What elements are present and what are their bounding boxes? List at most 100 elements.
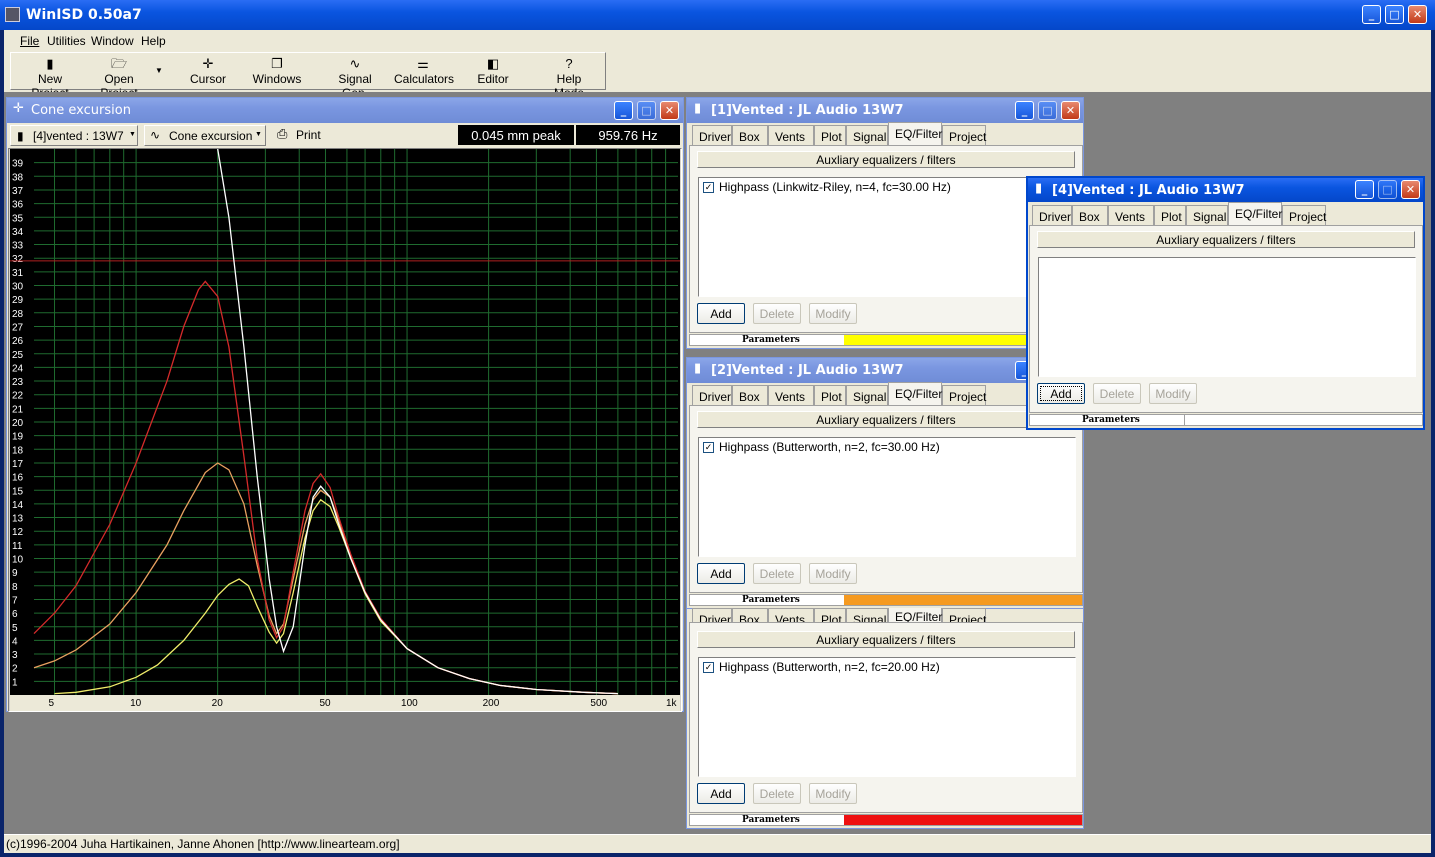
window-4-modify-button[interactable]: Modify [1149, 383, 1197, 404]
y-tick-label: 3 [12, 650, 18, 661]
tab-box[interactable]: Box [1072, 205, 1108, 225]
project-icon: ▮ [1035, 181, 1043, 196]
color-swatch [1184, 415, 1422, 425]
menu-window[interactable]: Window [91, 34, 134, 48]
graph-window-title: Cone excursion [31, 103, 131, 118]
parameters-label: Parameters [742, 335, 800, 345]
tab-signal[interactable]: Signal [846, 125, 888, 145]
window-1-close-icon[interactable]: ✕ [1061, 101, 1080, 120]
window-1-parameters-bar: Parameters [689, 334, 1083, 346]
checkbox-checked-icon[interactable]: ✓ [703, 441, 714, 453]
plot-type-select[interactable]: ∿ Cone excursion ▼ [144, 125, 266, 146]
window-1-minimize-icon[interactable]: _ [1015, 101, 1034, 120]
y-tick-label: 6 [12, 609, 18, 620]
tab-eq-filter[interactable]: EQ/Filter [888, 382, 942, 405]
tab-plot[interactable]: Plot [814, 385, 846, 405]
tab-driver[interactable]: Driver [1032, 205, 1072, 225]
editor-icon: ◧ [486, 56, 500, 71]
menu-file[interactable]: File [20, 34, 39, 48]
tab-driver[interactable]: Driver [692, 385, 732, 405]
window-1-titlebar[interactable]: ▮ [1]Vented : JL Audio 13W7 _ □ ✕ [687, 98, 1083, 123]
project-select[interactable]: ▮ [4]vented : 13W7 ▼ [10, 125, 138, 146]
window-2-titlebar[interactable]: ▮ [2]Vented : JL Audio 13W7 _ [687, 358, 1083, 383]
chevron-down-icon: ▼ [255, 131, 262, 138]
y-tick-label: 27 [12, 322, 24, 333]
window-2-add-button[interactable]: Add [697, 563, 745, 584]
y-tick-label: 39 [12, 159, 24, 170]
tab-driver[interactable]: Driver [692, 125, 732, 145]
calculators-button[interactable]: ⚌ Calculators [394, 56, 454, 86]
y-tick-label: 32 [12, 254, 24, 265]
window-4-close-icon[interactable]: ✕ [1401, 180, 1420, 199]
tab-eq-filter[interactable]: EQ/Filter [888, 608, 942, 622]
tab-box[interactable]: Box [732, 608, 768, 622]
window-1-modify-button[interactable]: Modify [809, 303, 857, 324]
window-1-filter-list[interactable]: ✓ Highpass (Linkwitz-Riley, n=4, fc=30.0… [698, 177, 1076, 297]
window-2-delete-button[interactable]: Delete [753, 563, 801, 584]
tab-vents[interactable]: Vents [768, 385, 814, 405]
menu-help[interactable]: Help [141, 34, 166, 48]
cursor-button[interactable]: ✛ Cursor [184, 56, 232, 86]
tab-driver[interactable]: Driver [692, 608, 732, 622]
tab-project[interactable]: Project [942, 125, 986, 145]
minimize-icon[interactable]: _ [1362, 5, 1381, 24]
tab-project[interactable]: Project [1282, 205, 1326, 225]
window-2-filter-list[interactable]: ✓ Highpass (Butterworth, n=2, fc=30.00 H… [698, 437, 1076, 557]
window-2-modify-button[interactable]: Modify [809, 563, 857, 584]
tab-signal[interactable]: Signal [1186, 205, 1228, 225]
tab-plot[interactable]: Plot [814, 125, 846, 145]
window-3-add-button[interactable]: Add [697, 783, 745, 804]
maximize-icon[interactable]: □ [1385, 5, 1404, 24]
window-3-filter-list[interactable]: ✓ Highpass (Butterworth, n=2, fc=20.00 H… [698, 657, 1076, 777]
app-titlebar[interactable]: WinISD 0.50a7 _ □ ✕ [0, 0, 1435, 30]
y-tick-label: 17 [12, 459, 24, 470]
window-1-maximize-icon[interactable]: □ [1038, 101, 1057, 120]
window-4-add-button[interactable]: Add [1037, 383, 1085, 404]
close-icon[interactable]: ✕ [1408, 5, 1427, 24]
window-3-delete-button[interactable]: Delete [753, 783, 801, 804]
tab-vents[interactable]: Vents [768, 608, 814, 622]
sine-wave-icon: ∿ [349, 56, 361, 71]
y-tick-label: 15 [12, 486, 24, 497]
window-4-filter-list[interactable] [1038, 257, 1416, 377]
tab-vents[interactable]: Vents [768, 125, 814, 145]
graph-window-titlebar[interactable]: ✛ Cone excursion _ □ ✕ [7, 98, 683, 123]
filter-item[interactable]: ✓ Highpass (Butterworth, n=2, fc=20.00 H… [703, 660, 940, 674]
app-title: WinISD 0.50a7 [26, 7, 142, 23]
cone-excursion-chart[interactable]: 1234567891011121314151617181920212223242… [10, 149, 680, 695]
window-4-minimize-icon[interactable]: _ [1355, 180, 1374, 199]
graph-close-icon[interactable]: ✕ [660, 101, 679, 120]
print-button[interactable]: ⎙ Print [274, 125, 334, 146]
tab-project[interactable]: Project [942, 385, 986, 405]
window-4-maximize-icon[interactable]: □ [1378, 180, 1397, 199]
menu-utilities[interactable]: Utilities [47, 34, 86, 48]
project-icon: ▮ [694, 101, 702, 116]
tab-eq-filter[interactable]: EQ/Filter [888, 122, 942, 145]
checkbox-checked-icon[interactable]: ✓ [703, 181, 714, 193]
filter-item[interactable]: ✓ Highpass (Butterworth, n=2, fc=30.00 H… [703, 440, 940, 454]
tab-box[interactable]: Box [732, 125, 768, 145]
graph-minimize-icon[interactable]: _ [614, 101, 633, 120]
window-1-group-title: Auxliary equalizers / filters [697, 151, 1075, 168]
checkbox-checked-icon[interactable]: ✓ [703, 661, 714, 673]
tab-signal[interactable]: Signal [846, 385, 888, 405]
editor-button[interactable]: ◧ Editor [472, 56, 514, 86]
tab-box[interactable]: Box [732, 385, 768, 405]
window-3-modify-button[interactable]: Modify [809, 783, 857, 804]
window-1-delete-button[interactable]: Delete [753, 303, 801, 324]
window-1-add-button[interactable]: Add [697, 303, 745, 324]
filter-item[interactable]: ✓ Highpass (Linkwitz-Riley, n=4, fc=30.0… [703, 180, 951, 194]
tab-project[interactable]: Project [942, 608, 986, 622]
tab-signal[interactable]: Signal [846, 608, 888, 622]
graph-maximize-icon[interactable]: □ [637, 101, 656, 120]
tab-vents[interactable]: Vents [1108, 205, 1154, 225]
tab-plot[interactable]: Plot [1154, 205, 1186, 225]
window-4-delete-button[interactable]: Delete [1093, 383, 1141, 404]
windows-button[interactable]: ❐ Windows [248, 56, 306, 86]
tab-plot[interactable]: Plot [814, 608, 846, 622]
y-tick-label: 9 [12, 568, 18, 579]
open-project-dropdown-icon[interactable]: ▼ [155, 66, 163, 75]
x-tick-label: 200 [482, 698, 500, 709]
window-4-titlebar[interactable]: ▮ [4]Vented : JL Audio 13W7 _ □ ✕ [1028, 178, 1423, 202]
tab-eq-filter[interactable]: EQ/Filter [1228, 202, 1282, 225]
